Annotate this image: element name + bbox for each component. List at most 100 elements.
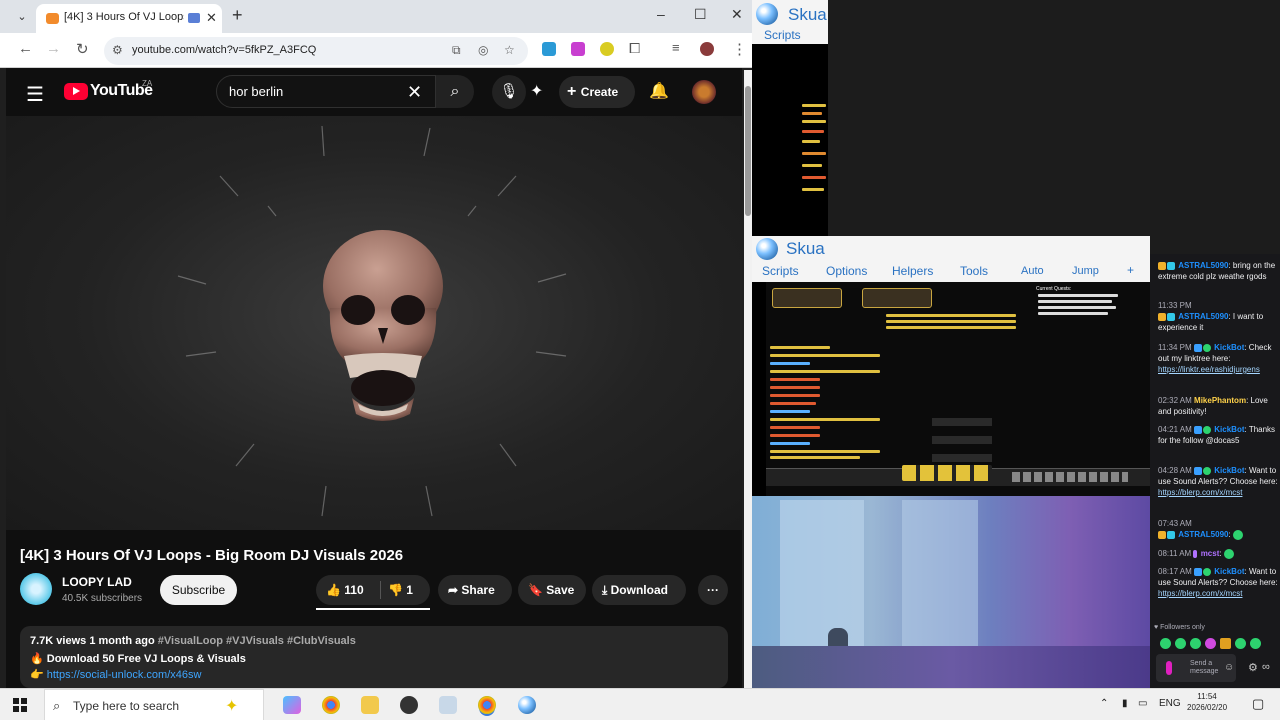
extensions-puzzle-icon[interactable]: ⧠ bbox=[629, 40, 640, 57]
chat-username[interactable]: KickBot bbox=[1214, 425, 1244, 434]
taskbar-clock[interactable]: 11:54 2026/02/20 bbox=[1187, 691, 1227, 713]
skua-menu-add[interactable]: + bbox=[1127, 263, 1134, 277]
emote-icon[interactable] bbox=[1175, 638, 1186, 649]
chat-username[interactable]: MikePhantom bbox=[1194, 396, 1246, 405]
chat-username[interactable]: ASTRAL5090 bbox=[1178, 530, 1228, 539]
skua-menu-scripts[interactable]: Scripts bbox=[762, 264, 799, 278]
clear-search-icon[interactable]: ✕ bbox=[407, 82, 422, 103]
tab-close-icon[interactable]: ✕ bbox=[206, 10, 217, 26]
media-queue-icon[interactable]: ≡ bbox=[672, 40, 680, 55]
game-action-bar[interactable] bbox=[766, 465, 1150, 486]
search-box[interactable]: hor berlin ✕ bbox=[216, 75, 436, 108]
tab-search-dropdown-icon[interactable]: ⌄ bbox=[12, 8, 32, 26]
browser-menu-icon[interactable]: ⋮ bbox=[732, 40, 747, 58]
window-close-button[interactable]: ✕ bbox=[731, 6, 743, 23]
skua-taskbar-icon[interactable] bbox=[518, 696, 536, 714]
share-button[interactable]: ➦ Share bbox=[438, 575, 512, 605]
chat-username[interactable]: KickBot bbox=[1214, 343, 1244, 352]
menu-hamburger-icon[interactable]: ☰ bbox=[26, 82, 44, 107]
chat-username[interactable]: ASTRAL5090 bbox=[1178, 261, 1228, 270]
ai-assist-icon[interactable]: ✦ bbox=[530, 81, 543, 101]
app-icon[interactable] bbox=[439, 696, 457, 714]
drop-notification[interactable] bbox=[932, 454, 992, 462]
search-button[interactable]: ⌕ bbox=[436, 75, 474, 108]
taskbar-search-placeholder[interactable]: Type here to search bbox=[73, 699, 179, 713]
game-client-view[interactable]: Current Quests: bbox=[766, 282, 1150, 496]
search-input[interactable]: hor berlin bbox=[229, 84, 283, 99]
emote-icon[interactable] bbox=[1205, 638, 1216, 649]
item-slots[interactable] bbox=[1012, 472, 1128, 482]
skua-menu-options[interactable]: Options bbox=[826, 264, 867, 278]
url-text[interactable]: youtube.com/watch?v=5fkPZ_A3FCQ bbox=[132, 44, 316, 56]
tab-youtube[interactable]: [4K] 3 Hours Of VJ Loops - B ✕ bbox=[36, 4, 222, 33]
chrome-icon[interactable] bbox=[322, 696, 340, 714]
like-button[interactable]: 👍 110 bbox=[326, 575, 364, 605]
address-bar[interactable]: ⚙ youtube.com/watch?v=5fkPZ_A3FCQ ⧉ ◎ ☆ bbox=[104, 37, 528, 65]
account-avatar[interactable] bbox=[692, 80, 716, 104]
chat-users-icon[interactable]: ∞ bbox=[1262, 661, 1270, 673]
chat-input[interactable]: Send a message ☺ bbox=[1156, 654, 1236, 682]
bookmark-star-icon[interactable]: ☆ bbox=[504, 43, 515, 57]
voice-search-button[interactable]: 🎙 bbox=[492, 75, 526, 109]
extension-camera-icon[interactable] bbox=[571, 42, 585, 56]
description-link[interactable]: 👉 https://social-unlock.com/x46sw bbox=[30, 668, 201, 681]
channel-avatar[interactable] bbox=[20, 573, 52, 605]
file-explorer-icon[interactable] bbox=[361, 696, 379, 714]
chat-link[interactable]: https://blerp.com/x/mcst bbox=[1158, 488, 1242, 497]
obs-icon[interactable] bbox=[400, 696, 418, 714]
emote-icon[interactable] bbox=[1190, 638, 1201, 649]
video-player[interactable] bbox=[6, 116, 742, 530]
tray-network-icon[interactable]: ▭ bbox=[1138, 698, 1147, 709]
back-arrow-icon[interactable]: ← bbox=[18, 40, 33, 57]
profile-avatar-icon[interactable] bbox=[700, 42, 714, 56]
chat-settings-icon[interactable]: ⚙ bbox=[1248, 661, 1258, 674]
channel-name[interactable]: LOOPY LAD bbox=[62, 575, 132, 589]
window-maximize-button[interactable]: ☐ bbox=[694, 6, 707, 23]
chat-username[interactable]: ASTRAL5090 bbox=[1178, 312, 1228, 321]
youtube-logo-icon[interactable] bbox=[64, 83, 88, 100]
search-highlight-icon[interactable]: ✦ bbox=[225, 696, 238, 716]
create-button[interactable]: + Create bbox=[559, 76, 635, 108]
skua-menu-jump[interactable]: Jump bbox=[1072, 265, 1099, 277]
emote-picker-icon[interactable]: ☺ bbox=[1224, 662, 1234, 673]
skua-small-scripts-menu[interactable]: Scripts bbox=[764, 28, 801, 42]
notifications-bell-icon[interactable]: 🔔 bbox=[649, 81, 669, 101]
windows-start-icon[interactable] bbox=[13, 698, 27, 712]
emote-icon[interactable] bbox=[1160, 638, 1171, 649]
new-tab-button[interactable]: + bbox=[232, 5, 243, 26]
skua-menu-helpers[interactable]: Helpers bbox=[892, 264, 933, 278]
chat-username[interactable]: KickBot bbox=[1214, 466, 1244, 475]
chat-link[interactable]: https://blerp.com/x/mcst bbox=[1158, 589, 1242, 598]
skill-slots[interactable] bbox=[902, 465, 992, 481]
extension-translate-icon[interactable] bbox=[542, 42, 556, 56]
dislike-button[interactable]: 👎 1 bbox=[388, 575, 413, 605]
media-playing-icon[interactable] bbox=[188, 13, 200, 23]
input-language[interactable]: ENG bbox=[1159, 698, 1181, 709]
emote-icon[interactable] bbox=[1250, 638, 1261, 649]
install-app-icon[interactable]: ⧉ bbox=[452, 43, 461, 58]
scrollbar-thumb[interactable] bbox=[745, 86, 751, 216]
chat-link[interactable]: https://linktr.ee/rashidjurgens bbox=[1158, 365, 1260, 374]
copilot-icon[interactable] bbox=[283, 696, 301, 714]
description-box[interactable]: 7.7K views 1 month ago #VisualLoop #VJVi… bbox=[20, 626, 728, 688]
skua-menu-auto[interactable]: Auto bbox=[1021, 265, 1044, 277]
chat-username[interactable]: KickBot bbox=[1214, 567, 1244, 576]
reload-icon[interactable]: ↻ bbox=[76, 40, 89, 58]
tray-mic-icon[interactable]: ▮ bbox=[1122, 698, 1128, 709]
extension-yellow-icon[interactable] bbox=[600, 42, 614, 56]
hashtags[interactable]: #VisualLoop #VJVisuals #ClubVisuals bbox=[158, 635, 356, 647]
tray-chevron-icon[interactable]: ⌃ bbox=[1100, 698, 1108, 709]
page-scrollbar[interactable] bbox=[744, 70, 752, 688]
emote-icon[interactable] bbox=[1220, 638, 1231, 649]
skua-menu-tools[interactable]: Tools bbox=[960, 264, 988, 278]
eye-off-icon[interactable]: ◎ bbox=[478, 43, 488, 57]
chrome-active-icon[interactable] bbox=[478, 696, 496, 714]
chat-username[interactable]: mcst bbox=[1201, 549, 1220, 558]
drop-notification[interactable] bbox=[932, 418, 992, 426]
more-actions-button[interactable]: ··· bbox=[698, 575, 728, 605]
forward-arrow-icon[interactable]: → bbox=[46, 40, 61, 57]
subscribe-button[interactable]: Subscribe bbox=[160, 575, 237, 605]
taskbar-search[interactable]: ⌕ Type here to search ✦ bbox=[44, 689, 264, 720]
drop-notification[interactable] bbox=[932, 436, 992, 444]
save-button[interactable]: 🔖 Save bbox=[518, 575, 586, 605]
